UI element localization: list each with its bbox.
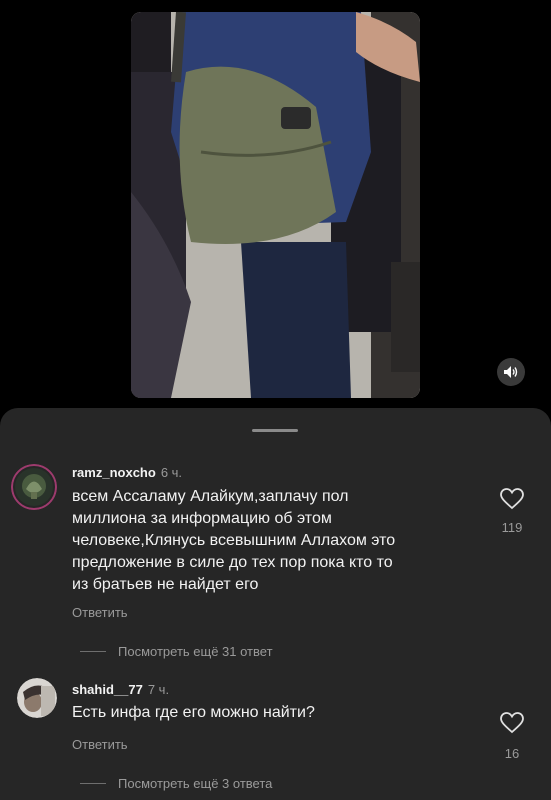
avatar[interactable]: [17, 678, 57, 718]
replies-divider: [80, 782, 106, 784]
comments-sheet: ramz_noxcho 6 ч. всем Ассаламу Алайкум,за…: [0, 408, 551, 800]
comment-line: миллиона за информацию об этом: [72, 510, 332, 527]
comment-line: человеке,Клянусь всевышним Аллахом это: [72, 532, 396, 549]
heart-icon[interactable]: [500, 712, 524, 734]
reply-button[interactable]: Ответить: [72, 605, 128, 620]
heart-icon[interactable]: [500, 488, 524, 510]
video-player[interactable]: [131, 12, 420, 398]
comment-line: предложение в силе до тех пор пока кто т…: [72, 554, 393, 571]
comment-time: 7 ч.: [147, 682, 170, 697]
comment-username[interactable]: shahid__77 7 ч.: [72, 682, 169, 697]
comment-line: всем Ассаламу Алайкум,заплачу пол: [72, 488, 349, 505]
video-frame: [131, 12, 420, 398]
comment-line: из братьев не найдет его: [72, 576, 259, 593]
replies-divider: [80, 650, 106, 652]
comment-username[interactable]: ramz_noxcho 6 ч.: [72, 465, 182, 480]
comment-line: Есть инфа где его можно найти?: [72, 704, 315, 721]
view-more-replies[interactable]: Посмотреть ещё 3 ответа: [80, 775, 272, 791]
comment-text: всем Ассаламу Алайкум,заплачу пол миллио…: [72, 486, 395, 596]
avatar[interactable]: [11, 464, 57, 510]
view-more-replies[interactable]: Посмотреть ещё 31 ответ: [80, 643, 273, 659]
like-count: 119: [501, 520, 523, 535]
comment-text: Есть инфа где его можно найти?: [72, 702, 315, 724]
like-count: 16: [504, 746, 520, 761]
speaker-icon: [504, 366, 518, 378]
view-more-replies-label: Посмотреть ещё 31 ответ: [118, 643, 273, 659]
comment-time: 6 ч.: [160, 465, 183, 480]
sheet-drag-handle[interactable]: [252, 429, 298, 432]
reply-button[interactable]: Ответить: [72, 737, 128, 752]
mute-button[interactable]: [497, 358, 525, 386]
view-more-replies-label: Посмотреть ещё 3 ответа: [118, 775, 273, 791]
video-area: [0, 0, 551, 410]
